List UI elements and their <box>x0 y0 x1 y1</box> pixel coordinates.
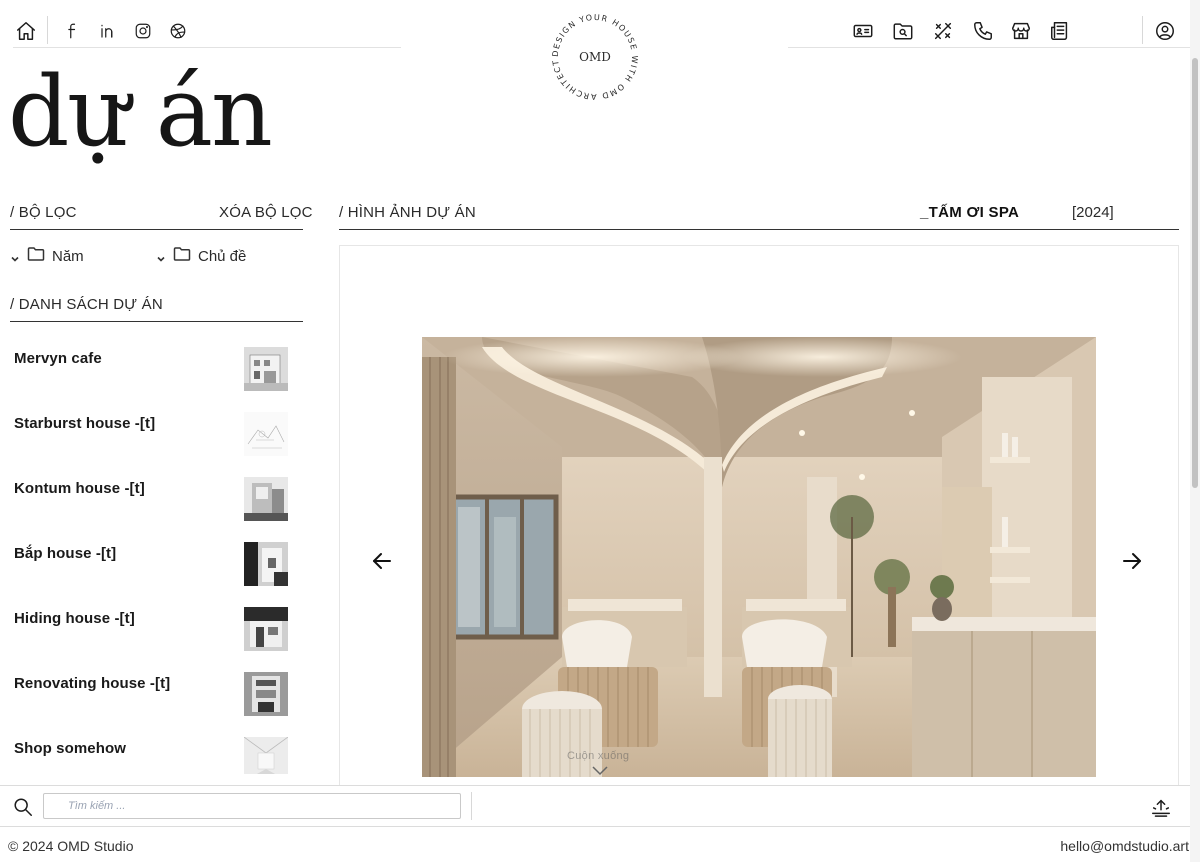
current-project-year: [2024] <box>1072 204 1114 221</box>
project-thumbnail[interactable] <box>244 737 288 774</box>
nav-divider <box>47 16 48 44</box>
filter-heading: / BỘ LỌC <box>10 204 77 221</box>
project-photo[interactable] <box>422 337 1096 777</box>
project-item-shop-somehow[interactable]: Shop somehow <box>14 732 290 774</box>
page-scrollbar[interactable] <box>1190 0 1200 862</box>
project-item-bap-house[interactable]: Bắp house -[t] <box>14 537 290 602</box>
folder-icon <box>173 246 191 266</box>
gallery-heading: / HÌNH ẢNH DỰ ÁN <box>339 204 476 221</box>
phone-icon[interactable] <box>970 18 996 44</box>
project-name: Hiding house -[t] <box>14 610 135 627</box>
user-icon[interactable] <box>1152 18 1178 44</box>
project-thumbnail[interactable] <box>244 347 288 391</box>
project-name: Mervyn cafe <box>14 350 102 367</box>
footer-copyright: © 2024 OMD Studio <box>8 838 134 854</box>
header-rule-left <box>13 47 401 48</box>
scrollbar-thumb[interactable] <box>1192 58 1198 488</box>
project-thumbnail[interactable] <box>244 607 288 651</box>
project-item-renovating-house[interactable]: Renovating house -[t] <box>14 667 290 732</box>
facebook-icon[interactable] <box>60 18 86 44</box>
gallery-next-button[interactable] <box>1120 549 1148 577</box>
year-filter-label: Năm <box>52 247 84 265</box>
search-icon[interactable] <box>10 794 36 820</box>
arrow-right-icon <box>1123 553 1141 569</box>
project-item-starburst-house[interactable]: Starburst house -[t] <box>14 407 290 472</box>
chevron-down-icon[interactable] <box>591 764 609 778</box>
project-list-heading: / DANH SÁCH DỰ ÁN <box>10 296 163 313</box>
project-name: Shop somehow <box>14 740 127 757</box>
design-tools-icon[interactable] <box>930 18 956 44</box>
project-thumbnail[interactable] <box>244 477 288 521</box>
store-icon[interactable] <box>1008 18 1034 44</box>
project-item-hiding-house[interactable]: Hiding house -[t] <box>14 602 290 667</box>
search-input[interactable] <box>43 793 461 819</box>
search-divider <box>471 792 472 820</box>
scroll-down-hint: Cuộn xuống <box>567 750 630 762</box>
topic-filter-dropdown[interactable]: Chủ đề <box>156 246 246 266</box>
brand-monogram: OMD <box>579 50 611 64</box>
current-project-title: _TẤM ƠI SPA <box>920 204 1020 221</box>
linkedin-icon[interactable] <box>95 18 121 44</box>
folder-icon <box>27 246 45 266</box>
project-list: Mervyn cafe Starburst house -[t] Kontum … <box>14 342 290 774</box>
project-item-kontum-house[interactable]: Kontum house -[t] <box>14 472 290 537</box>
project-thumbnail[interactable] <box>244 672 288 716</box>
filter-rule <box>10 229 303 230</box>
page-title: dự án <box>8 56 273 168</box>
chevron-down-icon <box>10 251 20 262</box>
project-gallery <box>339 245 1179 785</box>
contact-card-icon[interactable] <box>850 18 876 44</box>
year-filter-dropdown[interactable]: Năm <box>10 246 84 266</box>
scroll-to-top-icon[interactable] <box>1148 794 1174 820</box>
brand-seal-logo[interactable]: DESIGN YOUR HOUSE WITH OMD ARCHITECT OMD <box>550 12 640 102</box>
chevron-down-icon <box>156 251 166 262</box>
project-thumbnail[interactable] <box>244 542 288 586</box>
project-item-mervyn-cafe[interactable]: Mervyn cafe <box>14 342 290 407</box>
clear-filter-button[interactable]: XÓA BỘ LỌC <box>219 204 313 221</box>
bottom-search-bar <box>0 785 1190 827</box>
project-name: Kontum house -[t] <box>14 480 145 497</box>
arrow-left-icon <box>373 553 391 569</box>
folder-search-icon[interactable] <box>890 18 916 44</box>
dribbble-icon[interactable] <box>165 18 191 44</box>
project-name: Starburst house -[t] <box>14 415 156 432</box>
project-thumbnail[interactable] <box>244 412 288 456</box>
project-name: Renovating house -[t] <box>14 675 171 692</box>
project-name: Bắp house -[t] <box>14 545 117 562</box>
nav-divider <box>1142 16 1143 44</box>
topic-filter-label: Chủ đề <box>198 247 247 265</box>
gallery-prev-button[interactable] <box>370 549 398 577</box>
footer-email-link[interactable]: hello@omdstudio.art <box>1060 838 1189 854</box>
gallery-rule <box>339 229 1179 230</box>
instagram-icon[interactable] <box>130 18 156 44</box>
news-icon[interactable] <box>1047 18 1073 44</box>
header-rule-right <box>788 47 1190 48</box>
home-icon[interactable] <box>13 18 39 44</box>
project-list-rule <box>10 321 303 322</box>
